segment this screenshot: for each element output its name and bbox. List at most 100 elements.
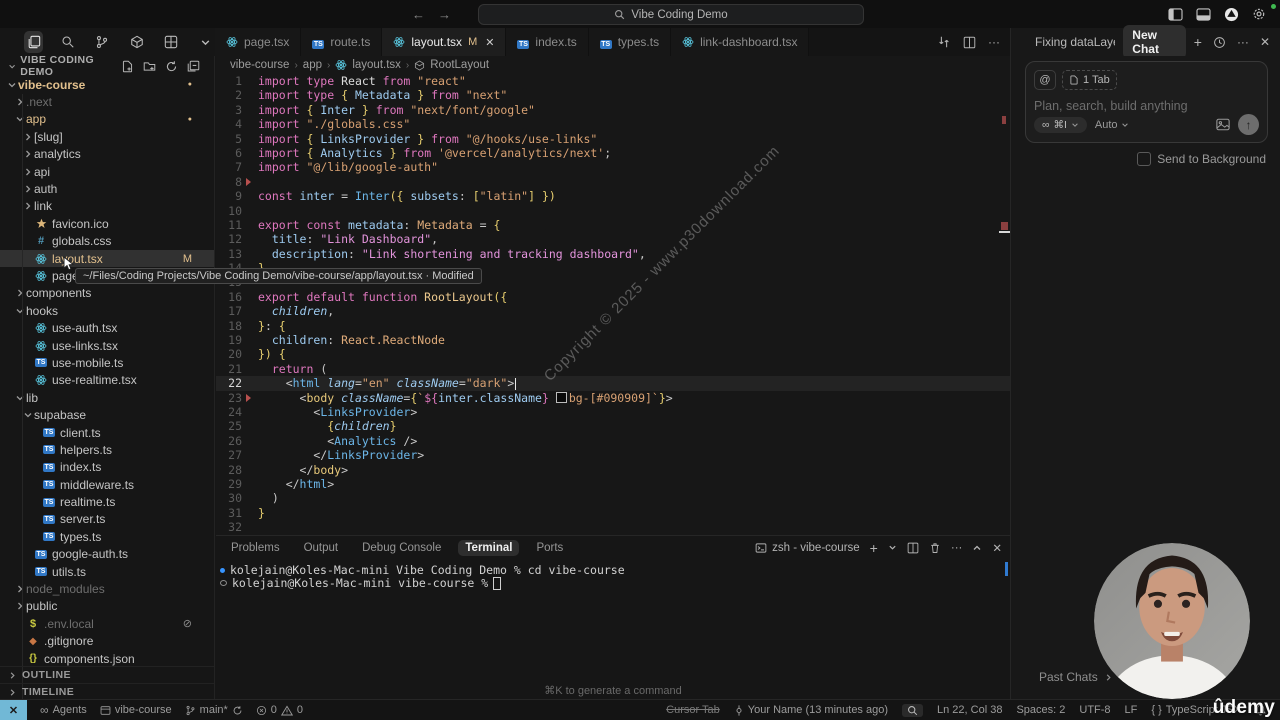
explorer-icon[interactable] — [24, 31, 44, 53]
timeline-section[interactable]: TIMELINE — [0, 683, 214, 700]
code-line-7[interactable]: 7 import "@/lib/google-auth" — [216, 160, 1010, 174]
tree-item-use-realtime.tsx[interactable]: use-realtime.tsx — [0, 372, 214, 389]
editor-more-actions-icon[interactable]: ··· — [988, 35, 1000, 49]
code-line-9[interactable]: 9 const inter = Inter({ subsets: ["latin"… — [216, 189, 1010, 203]
editor-tab-page.tsx[interactable]: page.tsx — [215, 28, 302, 56]
panel-tab-ports[interactable]: Ports — [529, 540, 570, 556]
mention-button[interactable]: @ — [1034, 70, 1056, 90]
code-line-17[interactable]: 17 children, — [216, 304, 1010, 318]
maximize-panel-icon[interactable] — [972, 543, 982, 553]
close-panel-icon[interactable]: ✕ — [992, 541, 1002, 555]
terminal-instance[interactable]: zsh - vibe-course — [755, 542, 860, 554]
code-line-31[interactable]: 31} — [216, 506, 1010, 520]
new-chat-button[interactable]: New Chat — [1123, 25, 1186, 59]
tree-item-components[interactable]: components — [0, 285, 214, 302]
code-line-24[interactable]: 24 <LinksProvider> — [216, 405, 1010, 419]
model-selector[interactable]: Auto — [1095, 119, 1129, 131]
toggle-panel-icon[interactable] — [1196, 7, 1211, 21]
tree-item-middleware.ts[interactable]: TS middleware.ts — [0, 476, 214, 493]
editor-tab-route.ts[interactable]: TS route.ts — [301, 28, 383, 56]
breadcrumb-folder[interactable]: vibe-course — [230, 59, 289, 71]
breadcrumb-folder[interactable]: app — [303, 59, 322, 71]
cursor-logo-icon[interactable] — [1224, 7, 1239, 22]
chat-history-icon[interactable] — [1213, 36, 1226, 49]
nav-back-icon[interactable]: ← — [412, 7, 425, 22]
code-line-6[interactable]: 6 import { Analytics } from '@vercel/anal… — [216, 146, 1010, 160]
editor-tab-index.ts[interactable]: TS index.ts — [506, 28, 589, 56]
remote-indicator[interactable]: ✕ — [0, 700, 27, 720]
code-line-20[interactable]: 20}) { — [216, 347, 1010, 361]
tree-item-google-auth.ts[interactable]: TS google-auth.ts — [0, 546, 214, 563]
code-line-16[interactable]: 16 export default function RootLayout({ — [216, 290, 1010, 304]
tree-item-vibe-course[interactable]: vibe-course ● — [0, 76, 214, 93]
tree-item-analytics[interactable]: analytics — [0, 146, 214, 163]
kill-terminal-icon[interactable] — [929, 542, 941, 554]
context-tab-chip[interactable]: 1 Tab — [1062, 70, 1117, 90]
tree-item-hooks[interactable]: hooks — [0, 302, 214, 319]
tree-item-.next[interactable]: .next — [0, 93, 214, 110]
zoom-indicator[interactable] — [902, 703, 924, 717]
code-line-4[interactable]: 4 import "./globals.css" — [216, 117, 1010, 131]
breadcrumb-file[interactable]: layout.tsx — [352, 59, 401, 71]
tree-item-helpers.ts[interactable]: TS helpers.ts — [0, 441, 214, 458]
tree-item-public[interactable]: public — [0, 598, 214, 615]
split-terminal-icon[interactable] — [907, 542, 919, 554]
panel-more-icon[interactable]: ··· — [951, 542, 963, 554]
chat-close-icon[interactable]: ✕ — [1260, 35, 1270, 49]
refresh-explorer-icon[interactable] — [165, 60, 178, 73]
tree-item-server.ts[interactable]: TS server.ts — [0, 511, 214, 528]
tree-item-globals.css[interactable]: # globals.css — [0, 233, 214, 250]
breadcrumb-symbol[interactable]: RootLayout — [430, 59, 489, 71]
code-line-2[interactable]: 2 import type { Metadata } from "next" — [216, 88, 1010, 102]
tree-item-utils.ts[interactable]: TS utils.ts — [0, 563, 214, 580]
code-line-28[interactable]: 28 </body> — [216, 463, 1010, 477]
close-tab-icon[interactable]: ✕ — [485, 36, 494, 49]
new-terminal-icon[interactable]: + — [870, 540, 878, 556]
tree-item-.gitignore[interactable]: ◆ .gitignore — [0, 633, 214, 650]
code-line-5[interactable]: 5 import { LinksProvider } from "@/hooks/… — [216, 132, 1010, 146]
tree-item-auth[interactable]: auth — [0, 180, 214, 197]
chat-input-box[interactable]: @ 1 Tab Plan, search, build anything ∞ ⌘… — [1025, 61, 1268, 143]
code-line-11[interactable]: 11 export const metadata: Metadata = { — [216, 218, 1010, 232]
code-line-29[interactable]: 29 </html> — [216, 477, 1010, 491]
editor-tab-link-dashboard.tsx[interactable]: link-dashboard.tsx — [671, 28, 810, 56]
section-chevron-icon[interactable] — [8, 62, 16, 71]
send-button[interactable]: ↑ — [1238, 114, 1259, 135]
settings-gear-icon[interactable] — [1252, 7, 1266, 21]
panel-tab-debug-console[interactable]: Debug Console — [355, 540, 448, 556]
code-line-13[interactable]: 13 description: "Link shortening and tra… — [216, 247, 1010, 261]
layout-grid-icon[interactable] — [161, 31, 180, 53]
code-line-32[interactable]: 32 — [216, 520, 1010, 534]
tree-item-link[interactable]: link — [0, 198, 214, 215]
code-line-25[interactable]: 25 {children} — [216, 419, 1010, 433]
code-area[interactable]: 1 import type React from "react" 2 import t… — [216, 74, 1010, 535]
branch-status[interactable]: main* — [185, 704, 243, 716]
panel-tab-output[interactable]: Output — [297, 540, 346, 556]
tree-item-client.ts[interactable]: TS client.ts — [0, 424, 214, 441]
agent-mode-selector[interactable]: ∞ ⌘I — [1034, 116, 1087, 133]
code-line-30[interactable]: 30 ) — [216, 491, 1010, 505]
cursor-position-status[interactable]: Ln 22, Col 38 — [937, 704, 1002, 716]
tree-item-favicon.ico[interactable]: favicon.ico — [0, 215, 214, 232]
tree-item-api[interactable]: api — [0, 163, 214, 180]
tree-item-[slug][interactable]: [slug] — [0, 128, 214, 145]
new-file-icon[interactable] — [121, 60, 134, 73]
tree-item-node_modules[interactable]: node_modules — [0, 580, 214, 597]
tree-item-components.json[interactable]: {} components.json — [0, 650, 214, 667]
tree-item-use-mobile.ts[interactable]: TS use-mobile.ts — [0, 354, 214, 371]
code-line-8[interactable]: 8 — [216, 175, 1010, 189]
tree-item-app[interactable]: app ● — [0, 111, 214, 128]
tree-item-lib[interactable]: lib — [0, 389, 214, 406]
breadcrumb[interactable]: vibe-course › app › layout.tsx › RootLayout — [216, 56, 1010, 74]
collapse-folders-icon[interactable] — [187, 60, 200, 73]
new-folder-icon[interactable] — [143, 60, 156, 73]
code-line-19[interactable]: 19 children: React.ReactNode — [216, 333, 1010, 347]
code-line-22[interactable]: 22 <html lang="en" className="dark"> — [216, 376, 1010, 391]
code-line-23[interactable]: 23 <body className={`${inter.className} … — [216, 391, 1010, 405]
code-line-21[interactable]: 21 return ( — [216, 362, 1010, 376]
tree-item-supabase[interactable]: supabase — [0, 406, 214, 423]
tree-item-index.ts[interactable]: TS index.ts — [0, 459, 214, 476]
outline-section[interactable]: OUTLINE — [0, 666, 214, 683]
code-line-26[interactable]: 26 <Analytics /> — [216, 434, 1010, 448]
more-views-chevron-icon[interactable] — [196, 31, 215, 53]
